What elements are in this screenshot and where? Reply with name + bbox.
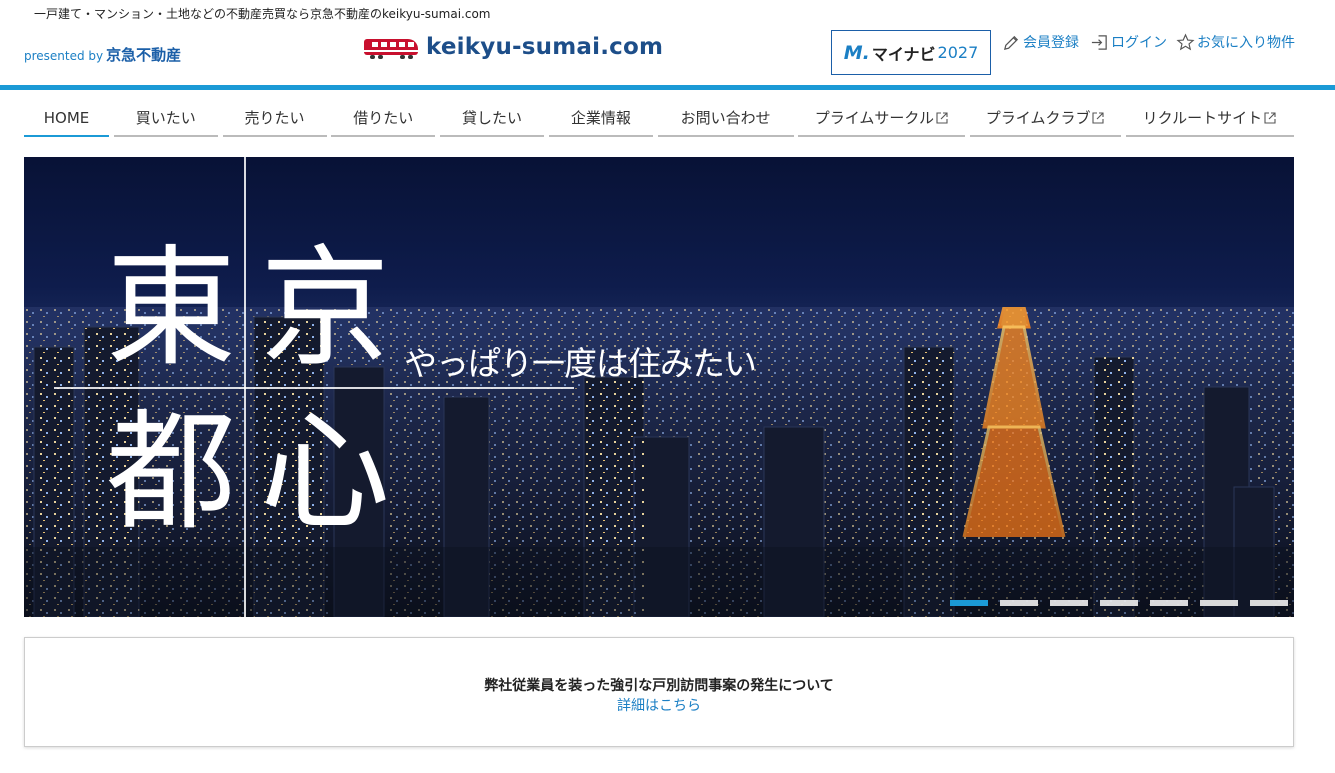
hero-kanji-4: 心 [260, 396, 391, 548]
slide-dot-3[interactable] [1050, 600, 1088, 606]
login-icon [1091, 34, 1107, 50]
nav-lease-label: 貸したい [462, 109, 523, 127]
company-logo: 京急不動産 [106, 46, 182, 64]
site-name: keikyu-sumai.com [426, 34, 664, 60]
slide-dot-5[interactable] [1150, 600, 1188, 606]
hero-horizontal-rule [54, 387, 574, 389]
notice-detail-link[interactable]: 詳細はこちら [25, 695, 1293, 715]
presented-by[interactable]: presented by 京急不動産 [24, 44, 181, 65]
notice-title: 弊社従業員を装った強引な戸別訪問事案の発生について [484, 678, 834, 694]
site-tagline: 一戸建て・マンション・土地などの不動産売買なら京急不動産のkeikyu-suma… [34, 7, 491, 21]
nav-buy[interactable]: 買いたい [113, 100, 218, 137]
star-icon [1176, 32, 1195, 50]
nav-contact[interactable]: お問い合わせ [657, 100, 794, 137]
nav-contact-label: お問い合わせ [680, 109, 771, 127]
login-label: ログイン [1111, 35, 1167, 51]
nav-recruit-label: リクルートサイト [1142, 109, 1263, 127]
favorites-label: お気に入り物件 [1197, 35, 1295, 51]
hero-kanji-2: 京 [260, 232, 391, 384]
external-link-icon [1092, 111, 1105, 124]
nav-lease[interactable]: 貸したい [440, 100, 545, 137]
slide-dot-1[interactable] [950, 600, 988, 606]
nav-sell-label: 売りたい [244, 109, 305, 127]
slide-dot-2[interactable] [1000, 600, 1038, 606]
nav-prime-club-label: プライムクラブ [985, 109, 1091, 127]
external-link-icon [936, 111, 948, 124]
external-link-icon [1264, 111, 1276, 124]
mynavi-label: マイナビ [871, 44, 936, 64]
nav-prime-circle[interactable]: プライムサークル [798, 100, 966, 137]
mynavi-banner[interactable]: M. マイナビ 2027 [831, 30, 991, 75]
nav-prime-club[interactable]: プライムクラブ [970, 100, 1122, 137]
pencil-icon [1004, 35, 1019, 50]
nav-rent-label: 借りたい [353, 109, 414, 127]
nav-home[interactable]: HOME [24, 100, 109, 137]
mynavi-year: 2027 [937, 43, 979, 62]
header-divider [0, 85, 1335, 90]
slide-dot-6[interactable] [1200, 600, 1238, 606]
hero-slider[interactable]: 東 京 都 心 やっぱり一度は住みたい [24, 157, 1294, 617]
slide-dot-4[interactable] [1100, 600, 1138, 606]
mynavi-mark-icon: M. [843, 41, 870, 64]
nav-rent[interactable]: 借りたい [331, 100, 436, 137]
nav-company[interactable]: 企業情報 [548, 100, 653, 137]
nav-buy-label: 買いたい [135, 109, 196, 127]
register-label: 会員登録 [1023, 35, 1079, 51]
login-link[interactable]: ログイン [1090, 32, 1167, 52]
main-nav: HOME 買いたい 売りたい 借りたい 貸したい 企業情報 お問い合わせ プライ… [24, 100, 1294, 138]
hero-kanji-1: 東 [106, 232, 237, 384]
nav-company-label: 企業情報 [570, 109, 631, 127]
train-icon [364, 34, 420, 60]
slide-dot-7[interactable] [1250, 600, 1288, 606]
nav-sell[interactable]: 売りたい [222, 100, 327, 137]
nav-prime-circle-label: プライムサークル [814, 109, 934, 127]
hero-subtitle: やっぱり一度は住みたい [404, 344, 757, 383]
slider-pagination [950, 600, 1288, 606]
nav-recruit[interactable]: リクルートサイト [1125, 100, 1294, 137]
notice-box: 弊社従業員を装った強引な戸別訪問事案の発生について 詳細はこちら [24, 637, 1294, 747]
hero-kanji-3: 都 [106, 396, 237, 548]
nav-home-label: HOME [43, 108, 90, 127]
site-logo[interactable]: keikyu-sumai.com [364, 34, 663, 60]
register-link[interactable]: 会員登録 [1002, 32, 1079, 52]
presented-by-label: presented by [24, 49, 104, 63]
favorites-link[interactable]: お気に入り物件 [1176, 32, 1295, 52]
